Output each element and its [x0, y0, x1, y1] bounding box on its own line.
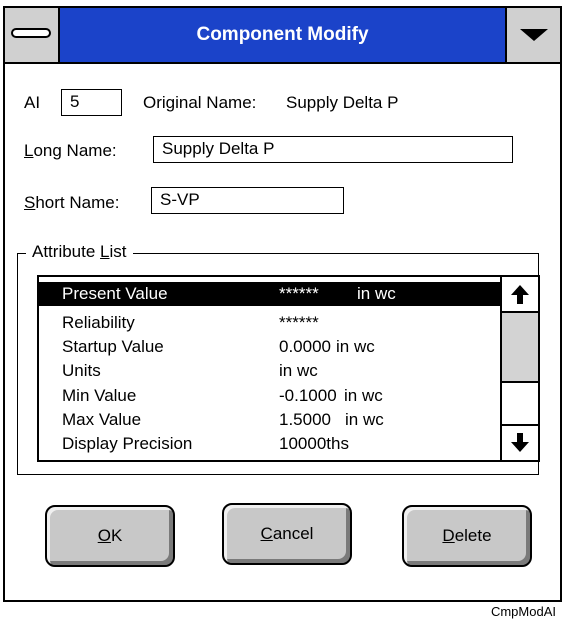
- attribute-name: Startup Value: [62, 337, 164, 356]
- attribute-list-title: Attribute List: [26, 240, 133, 264]
- attribute-value: -0.1000: [279, 386, 337, 405]
- attribute-unit: in wc: [344, 386, 383, 405]
- scroll-thumb[interactable]: [502, 313, 538, 383]
- attribute-unit: in wc: [345, 410, 384, 429]
- original-name-label: Original Name:: [143, 93, 257, 112]
- attribute-listbox[interactable]: Present Value ****** in wc Reliability *…: [37, 275, 540, 462]
- attribute-name: Units: [62, 361, 101, 380]
- ai-number-field[interactable]: 5: [61, 89, 122, 116]
- attribute-name: Reliability: [62, 313, 135, 332]
- attribute-unit: in wc: [336, 337, 375, 356]
- attribute-value: in wc: [279, 361, 318, 380]
- attribute-value: 1.5000: [279, 410, 331, 429]
- ok-mnemonic: O: [97, 526, 111, 545]
- figure-caption: CmpModAI: [490, 604, 556, 619]
- ai-label: AI: [24, 93, 41, 112]
- attribute-value: ******: [279, 284, 319, 303]
- scroll-down-button[interactable]: [502, 424, 538, 460]
- ok-label: K: [110, 526, 123, 545]
- attribute-name: Min Value: [62, 386, 137, 405]
- short-name-field[interactable]: S-VP: [151, 187, 344, 214]
- cancel-button[interactable]: Cancel: [222, 503, 352, 565]
- list-item[interactable]: Reliability ******: [39, 311, 500, 335]
- attribute-value: 0.0000: [279, 337, 331, 356]
- cancel-mnemonic: C: [260, 524, 273, 543]
- list-item[interactable]: Startup Value 0.0000 in wc: [39, 335, 500, 359]
- attribute-value: ******: [279, 313, 319, 332]
- attribute-value: 10000ths: [279, 434, 349, 453]
- short-name-mnemonic: S: [24, 193, 36, 212]
- list-item[interactable]: Present Value ****** in wc: [39, 282, 500, 306]
- window-dropdown-button[interactable]: [505, 8, 560, 62]
- ok-button[interactable]: OK: [45, 505, 175, 567]
- delete-button[interactable]: Delete: [402, 505, 532, 567]
- scroll-up-button[interactable]: [502, 277, 538, 313]
- attribute-list-mnemonic: L: [100, 242, 110, 261]
- delete-mnemonic: D: [442, 526, 455, 545]
- list-item[interactable]: Units in wc: [39, 359, 500, 383]
- short-name-label: Short Name:: [24, 193, 119, 213]
- arrow-down-icon: [511, 433, 529, 452]
- system-menu-icon: [11, 28, 51, 38]
- long-name-label: Long Name:: [24, 141, 117, 161]
- long-name-field[interactable]: Supply Delta P: [153, 136, 513, 163]
- list-item[interactable]: Display Precision 10000ths: [39, 432, 500, 456]
- attribute-unit: in wc: [357, 284, 396, 303]
- system-menu-button[interactable]: [5, 8, 60, 62]
- long-name-label-text: ong Name:: [33, 141, 117, 160]
- attribute-list-title-rest: ist: [109, 242, 127, 261]
- dropdown-arrow-icon: [520, 29, 548, 41]
- title-bar: Component Modify: [5, 8, 560, 64]
- attribute-list-title-prefix: Attribute: [32, 242, 101, 261]
- window-title: Component Modify: [196, 24, 369, 45]
- attribute-name: Max Value: [62, 410, 142, 429]
- original-name-value: Supply Delta P: [286, 93, 399, 112]
- attribute-name: Present Value: [62, 284, 168, 303]
- list-scrollbar[interactable]: [500, 277, 538, 460]
- attribute-name: Display Precision: [62, 434, 193, 453]
- arrow-up-icon: [511, 285, 529, 304]
- delete-label: elete: [454, 526, 492, 545]
- cancel-label: ancel: [272, 524, 314, 543]
- list-item[interactable]: Min Value -0.1000 in wc: [39, 384, 500, 408]
- short-name-label-text: hort Name:: [35, 193, 120, 212]
- list-item[interactable]: Max Value 1.5000 in wc: [39, 408, 500, 432]
